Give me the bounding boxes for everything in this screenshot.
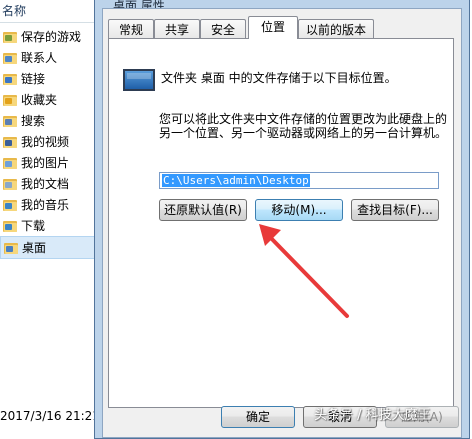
folder-icon [3, 73, 17, 85]
folder-label: 链接 [21, 72, 46, 86]
folder-item[interactable]: 联系人 [0, 47, 96, 68]
folder-item[interactable]: 桌面 [0, 236, 96, 259]
location-tab-panel: 文件夹 桌面 中的文件存储于以下目标位置。 您可以将此文件夹中文件存储的位置更改… [108, 38, 454, 408]
folder-icon [3, 157, 17, 169]
folder-icon [3, 136, 17, 148]
ok-button[interactable]: 确定 [221, 406, 295, 428]
tab-security[interactable]: 安全 [200, 19, 246, 38]
name-column-header[interactable]: 名称 [2, 2, 26, 19]
target-path-input[interactable]: C:\Users\admin\Desktop [159, 172, 439, 189]
folder-label: 我的音乐 [21, 198, 70, 212]
folder-icon [3, 115, 17, 127]
folder-item[interactable]: 搜索 [0, 110, 96, 131]
location-caption: 文件夹 桌面 中的文件存储于以下目标位置。 [161, 71, 397, 85]
dialog-client-area: 常规 共享 安全 位置 以前的版本 文件夹 桌面 中的文件存储于以下目标位置。 … [102, 8, 462, 438]
folder-label: 下载 [21, 219, 46, 233]
tab-location[interactable]: 位置 [248, 16, 298, 39]
folder-icon [3, 199, 17, 211]
folder-label: 收藏夹 [21, 93, 58, 107]
folder-icon [3, 94, 17, 106]
folder-label: 我的视频 [21, 135, 70, 149]
tab-sharing[interactable]: 共享 [154, 19, 200, 38]
folder-item[interactable]: 我的视频 [0, 131, 96, 152]
folder-icon [3, 178, 17, 190]
folder-icon [3, 52, 17, 64]
folder-label: 保存的游戏 [21, 30, 82, 44]
tab-previous-versions[interactable]: 以前的版本 [298, 19, 374, 38]
column-header-divider [0, 22, 100, 23]
location-description: 您可以将此文件夹中文件存储的位置更改为此硬盘上的另一个位置、另一个驱动器或网络上… [159, 112, 448, 140]
folder-label: 桌面 [22, 241, 47, 255]
tab-general[interactable]: 常规 [108, 19, 154, 38]
folder-item[interactable]: 下载 [0, 215, 96, 236]
folder-label: 我的图片 [21, 156, 70, 170]
folder-item[interactable]: 我的图片 [0, 152, 96, 173]
desktop-folder-icon [123, 69, 155, 91]
path-value: C:\Users\admin\Desktop [162, 174, 310, 187]
folder-icon [4, 242, 18, 254]
modified-date: 2017/3/16 21:21 [0, 409, 100, 423]
watermark-text: 头条号 / 科技大魔王 [314, 408, 431, 423]
restore-default-button[interactable]: 还原默认值(R) [159, 199, 247, 221]
move-button[interactable]: 移动(M)... [255, 199, 343, 221]
explorer-file-list: 名称 保存的游戏联系人链接收藏夹搜索我的视频我的图片我的文档我的音乐下载桌面 2… [0, 0, 100, 439]
folder-item[interactable]: 我的音乐 [0, 194, 96, 215]
folder-label: 搜索 [21, 114, 46, 128]
folder-label: 我的文档 [21, 177, 70, 191]
folder-icon [3, 31, 17, 43]
folder-item[interactable]: 我的文档 [0, 173, 96, 194]
arrow-shaft [265, 232, 349, 318]
folder-icon [3, 220, 17, 232]
folder-label: 联系人 [21, 51, 58, 65]
folder-item[interactable]: 收藏夹 [0, 89, 96, 110]
properties-dialog: 桌面 属性 常规 共享 安全 位置 以前的版本 文件夹 桌面 中的文件存储于以下… [94, 0, 470, 439]
folder-item[interactable]: 保存的游戏 [0, 26, 96, 47]
find-target-button[interactable]: 查找目标(F)... [351, 199, 439, 221]
folder-item[interactable]: 链接 [0, 68, 96, 89]
red-arrow-annotation [259, 224, 349, 318]
